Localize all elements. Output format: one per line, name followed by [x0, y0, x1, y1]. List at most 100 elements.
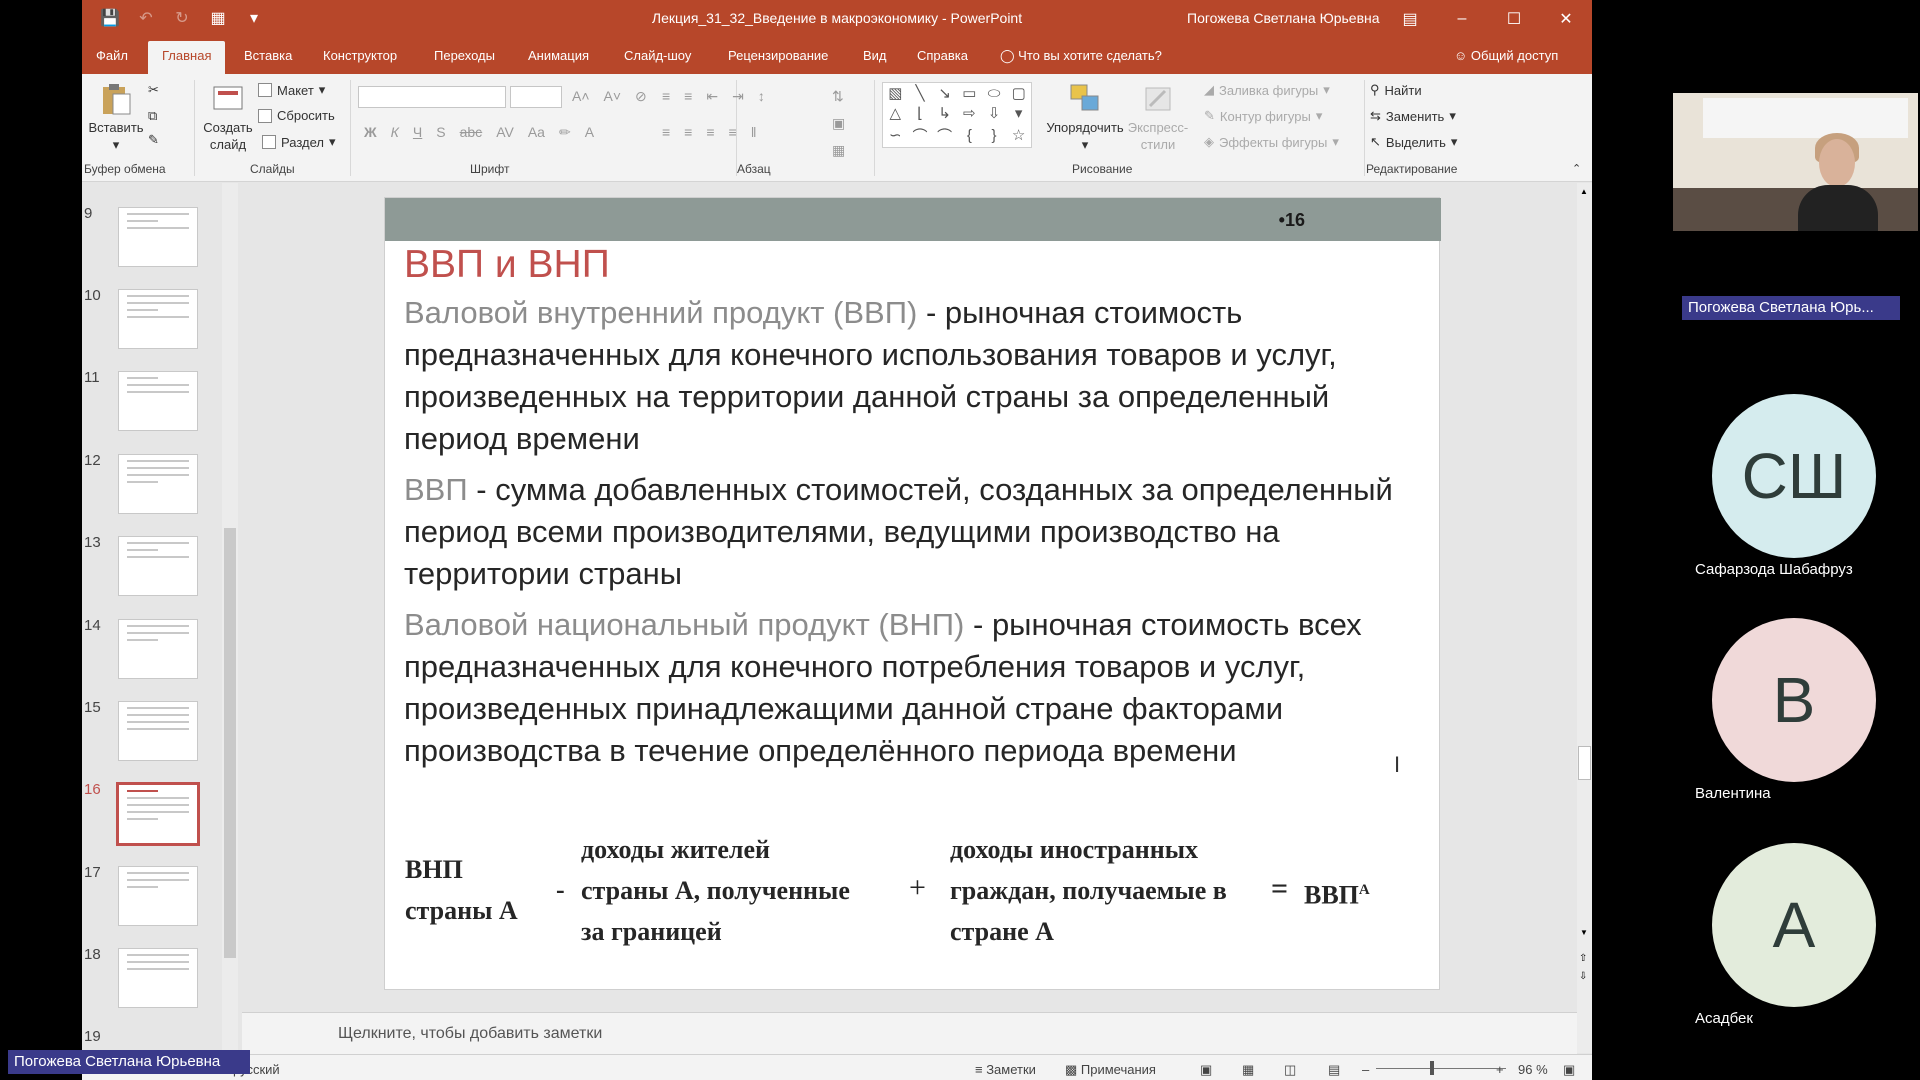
font-size-box[interactable] [510, 86, 562, 108]
star-shape-icon[interactable]: ☆ [1012, 126, 1025, 144]
cut-icon[interactable]: ✂ [148, 82, 159, 98]
collapse-ribbon-icon[interactable]: ⌃ [1572, 162, 1581, 175]
ribbon-display-icon[interactable]: ▤ [1384, 0, 1436, 37]
scrollbar-thumb[interactable] [1578, 746, 1591, 780]
justify-icon[interactable]: ≡ [729, 124, 737, 140]
find-button[interactable]: ⚲ Найти [1370, 82, 1422, 98]
oval-shape-icon[interactable]: ⬭ [988, 85, 1001, 102]
customize-qat-icon[interactable]: ▾ [244, 8, 264, 28]
tell-me-search[interactable]: ◯ Что вы хотите сделать? [1000, 48, 1162, 64]
arrange-button[interactable]: Упорядочить ▾ [1042, 82, 1128, 153]
tab-slideshow[interactable]: Слайд-шоу [624, 48, 691, 63]
tab-transitions[interactable]: Переходы [434, 48, 495, 63]
decrease-indent-icon[interactable]: ⇤ [706, 88, 718, 105]
textbox-shape-icon[interactable]: ▧ [888, 84, 902, 102]
shape-fill-button[interactable]: ◢ Заливка фигуры ▾ [1204, 82, 1330, 98]
participant-avatar[interactable]: СШ [1712, 394, 1876, 558]
char-spacing-icon[interactable]: AV [496, 124, 514, 141]
curve-shape-icon[interactable]: ⌒ [912, 125, 927, 146]
line-shape-icon[interactable]: ╲ [915, 84, 924, 102]
slide-thumbnail[interactable] [118, 536, 198, 596]
tab-file[interactable]: Файл [96, 48, 128, 63]
signed-in-user[interactable]: Погожева Светлана Юрьевна [1187, 10, 1380, 26]
more-shapes-icon[interactable]: ▾ [1015, 104, 1023, 122]
slide-thumbnail[interactable] [118, 371, 198, 431]
bold-icon[interactable]: Ж [364, 124, 377, 141]
definition-gnp[interactable]: Валовой национальный продукт (ВНП) - рын… [404, 604, 1424, 772]
columns-icon[interactable]: ‖ [751, 124, 757, 140]
italic-icon[interactable]: К [391, 124, 399, 141]
tab-insert[interactable]: Вставка [244, 48, 292, 63]
shadow-icon[interactable]: S [436, 124, 445, 141]
minimize-button[interactable]: – [1436, 0, 1488, 37]
text-direction-icon[interactable]: ⇅ [832, 88, 845, 105]
replace-button[interactable]: ⇆ Заменить ▾ [1370, 108, 1456, 124]
new-slide-button[interactable]: Создать слайд [200, 82, 256, 153]
scroll-up-icon[interactable]: ▲ [1580, 187, 1588, 196]
notes-pane[interactable]: Щелкните, чтобы добавить заметки [242, 1012, 1577, 1054]
slide-thumbnail[interactable] [118, 289, 198, 349]
slide-thumbnail[interactable] [118, 619, 198, 679]
fit-to-window-icon[interactable]: ▣ [1563, 1062, 1575, 1078]
font-name-box[interactable] [358, 86, 506, 108]
clear-format-icon[interactable]: ⊘ [635, 88, 647, 105]
slide-thumbnail[interactable] [118, 948, 198, 1008]
triangle-shape-icon[interactable]: △ [890, 104, 902, 122]
change-case-icon[interactable]: Aa [528, 124, 545, 141]
align-text-icon[interactable]: ▣ [832, 115, 845, 132]
undo-icon[interactable]: ↶ [136, 8, 156, 28]
rectangle-shape-icon[interactable]: ▭ [962, 84, 976, 102]
quick-styles-button[interactable]: Экспресс-стили [1122, 82, 1194, 153]
zoom-level[interactable]: 96 % [1518, 1062, 1548, 1077]
layout-button[interactable]: Макет ▾ [258, 82, 325, 98]
left-brace-icon[interactable]: { [967, 127, 972, 144]
format-painter-icon[interactable]: ✎ [148, 132, 159, 148]
slide-thumbnail[interactable] [118, 701, 198, 761]
tab-design[interactable]: Конструктор [323, 48, 397, 63]
select-button[interactable]: ↖ Выделить ▾ [1370, 134, 1457, 150]
close-button[interactable]: ✕ [1540, 0, 1592, 37]
increase-indent-icon[interactable]: ⇥ [732, 88, 744, 105]
zoom-slider[interactable] [1376, 1068, 1506, 1069]
down-arrow-shape-icon[interactable]: ⇩ [988, 104, 1001, 122]
slide-thumbnail-selected[interactable] [116, 782, 200, 846]
smartart-icon[interactable]: ▦ [832, 142, 845, 159]
zoom-in-icon[interactable]: + [1496, 1062, 1504, 1077]
scroll-down-icon[interactable]: ▼ [1580, 928, 1588, 937]
align-right-icon[interactable]: ≡ [706, 124, 714, 140]
definition-gdp[interactable]: Валовой внутренний продукт (ВВП) - рыноч… [404, 292, 1424, 460]
tab-view[interactable]: Вид [863, 48, 887, 63]
slide-title[interactable]: ВВП и ВНП [404, 243, 610, 287]
definition-gdp-value-added[interactable]: ВВП - сумма добавленных стоимостей, созд… [404, 469, 1424, 595]
bullets-icon[interactable]: ≡ [662, 88, 670, 105]
numbering-icon[interactable]: ≡ [684, 88, 692, 105]
connector-icon[interactable]: ↳ [938, 104, 951, 122]
copy-icon[interactable]: ⧉ [148, 108, 157, 124]
thumbnails-scrollbar[interactable] [222, 183, 238, 1053]
freeform-shape-icon[interactable]: ∽ [889, 126, 902, 144]
slide-scrollbar[interactable]: ▲ ▼ ⇧ ⇩ [1577, 183, 1592, 1053]
rounded-rect-shape-icon[interactable]: ▢ [1012, 84, 1026, 102]
section-button[interactable]: Раздел ▾ [262, 134, 336, 150]
participant-avatar[interactable]: В [1712, 618, 1876, 782]
slideshow-icon[interactable]: ▦ [208, 8, 228, 28]
line-spacing-icon[interactable]: ↕ [758, 88, 765, 105]
font-color-icon[interactable]: A [585, 124, 594, 141]
participant-avatar[interactable]: А [1712, 843, 1876, 1007]
arc-shape-icon[interactable]: ⌒ [937, 125, 952, 146]
shape-effects-button[interactable]: ◈ Эффекты фигуры ▾ [1204, 134, 1339, 150]
align-left-icon[interactable]: ≡ [662, 124, 670, 140]
underline-icon[interactable]: Ч [413, 124, 422, 141]
strikethrough-icon[interactable]: abc [460, 124, 483, 141]
arrow-line-shape-icon[interactable]: ↘ [938, 84, 951, 102]
scrollbar-thumb[interactable] [224, 528, 236, 958]
zoom-out-icon[interactable]: – [1362, 1062, 1369, 1077]
right-arrow-shape-icon[interactable]: ⇨ [963, 104, 976, 122]
reading-view-icon[interactable]: ◫ [1284, 1062, 1296, 1078]
reset-button[interactable]: Сбросить [258, 108, 335, 123]
comments-toggle[interactable]: ▩ Примечания [1065, 1062, 1156, 1078]
tab-review[interactable]: Рецензирование [728, 48, 828, 63]
grow-font-icon[interactable]: A˄ [572, 88, 590, 105]
shape-outline-button[interactable]: ✎ Контур фигуры ▾ [1204, 108, 1322, 124]
highlight-icon[interactable]: ✏ [559, 124, 571, 141]
